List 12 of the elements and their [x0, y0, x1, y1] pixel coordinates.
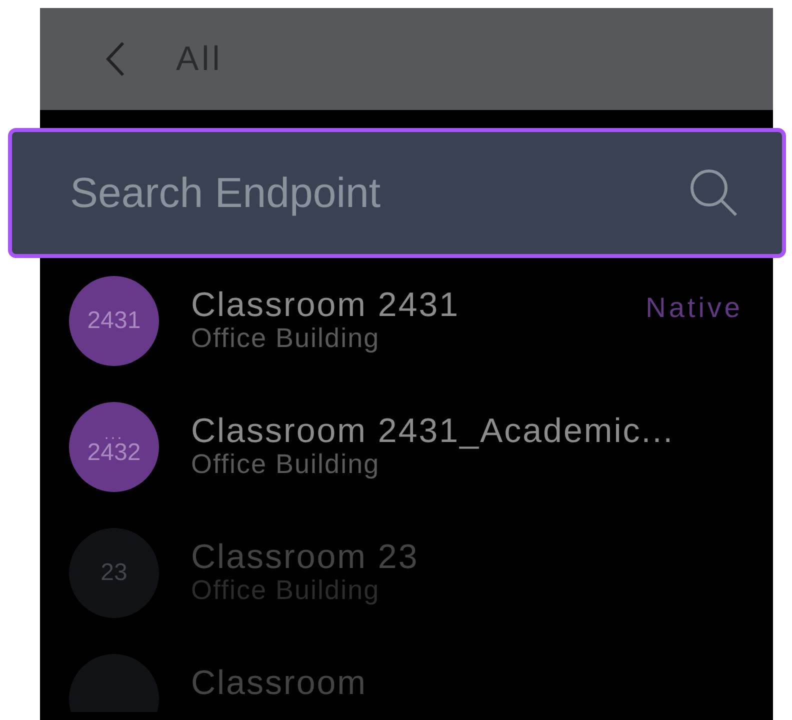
search-field[interactable]: Search Endpoint — [8, 128, 786, 258]
endpoint-location: Office Building — [191, 450, 381, 480]
avatar-number: 2431 — [87, 309, 141, 333]
endpoint-title[interactable]: Classroom 2431_Academic... — [191, 413, 743, 450]
endpoint-title[interactable]: Classroom 2431 — [191, 287, 646, 324]
back-icon[interactable] — [104, 41, 126, 77]
search-icon[interactable] — [688, 167, 740, 219]
avatar-dots: ... — [104, 428, 124, 442]
avatar-number: 2432 — [87, 441, 141, 466]
avatar-number: 23 — [100, 561, 128, 585]
endpoint-location: Office Building — [191, 324, 381, 354]
endpoint-tag: Native — [646, 292, 743, 324]
